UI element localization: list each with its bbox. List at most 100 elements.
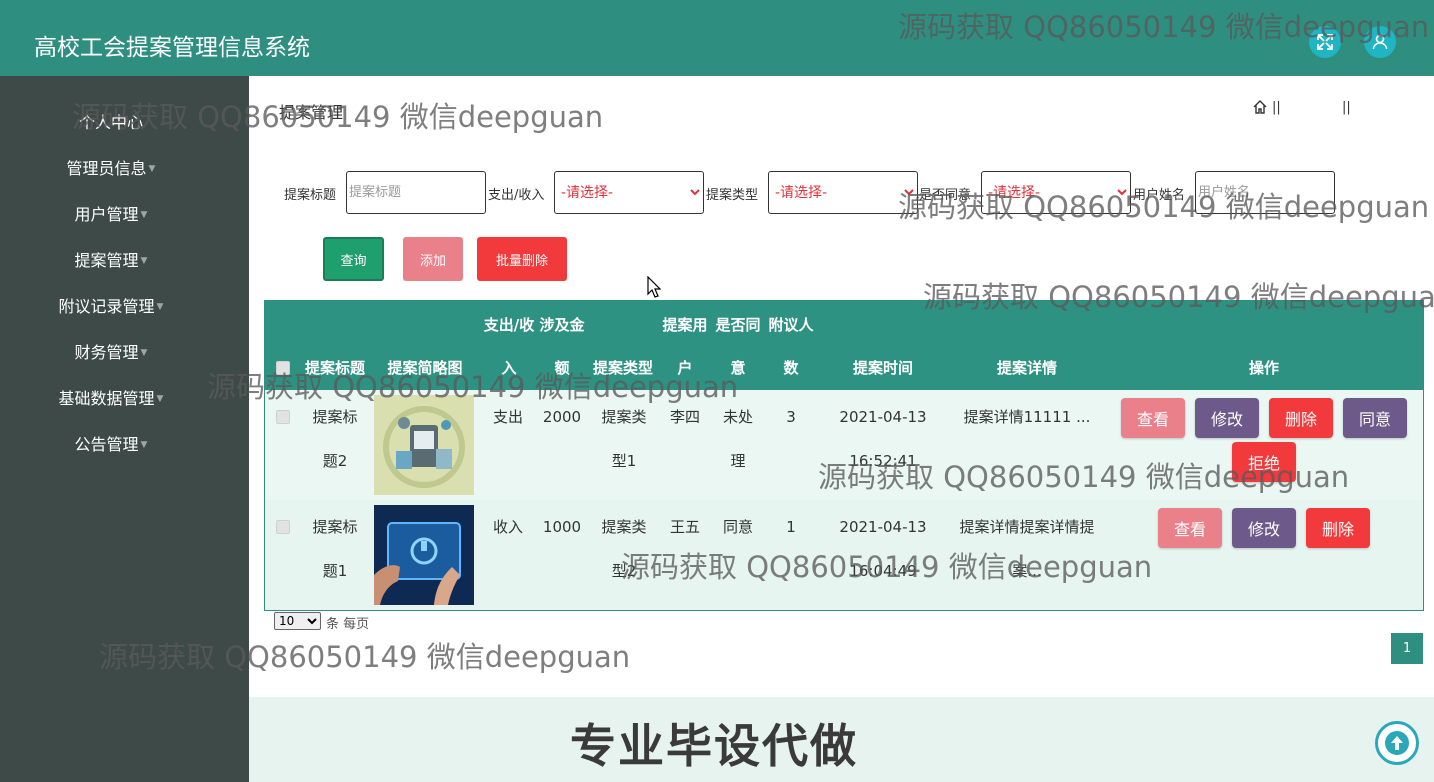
col-time: 提案时间 <box>852 359 913 377</box>
caret-down-icon: ▼ <box>140 348 148 358</box>
cell-agree-line1: 未处 <box>722 408 753 426</box>
user-search-input[interactable] <box>1195 171 1335 214</box>
col-title: 提案标题 <box>304 359 365 377</box>
col-count-line1: 附议人 <box>768 316 814 334</box>
filter-inout-label: 支出/收入 <box>488 188 545 203</box>
sidebar-item-profile[interactable]: 个人中心 <box>0 109 222 133</box>
cell-user: 李四 <box>669 408 700 426</box>
filter-type-label: 提案类型 <box>706 188 759 203</box>
batch-delete-button[interactable]: 批量删除 <box>477 237 567 281</box>
col-inout-line2: 入 <box>501 359 517 377</box>
proposal-thumbnail[interactable] <box>374 395 474 495</box>
title-search-input[interactable] <box>346 171 486 214</box>
home-icon[interactable] <box>1252 99 1268 115</box>
agree-select[interactable]: -请选择- <box>981 171 1131 214</box>
expand-icon <box>1317 34 1333 50</box>
shopping-illustration-icon <box>374 395 474 495</box>
cell-detail: 提案详情11111 ... <box>963 408 1091 426</box>
sidebar-item-proposals[interactable]: 提案管理 ▼ <box>0 247 222 271</box>
select-all-checkbox[interactable] <box>276 361 290 375</box>
col-user-line2: 户 <box>677 359 693 377</box>
cell-time-line2: 16:52:41 <box>849 452 917 470</box>
sidebar <box>0 76 249 782</box>
back-to-top-button[interactable] <box>1375 721 1419 765</box>
edit-button[interactable]: 修改 <box>1232 508 1296 548</box>
sidebar-item-label: 用户管理 <box>74 205 139 224</box>
cell-title-line2: 题2 <box>322 452 348 470</box>
caret-down-icon: ▼ <box>140 256 148 266</box>
tablet-illustration-icon <box>374 505 474 605</box>
edit-button[interactable]: 修改 <box>1195 398 1259 438</box>
filter-title-label: 提案标题 <box>284 188 337 203</box>
inout-select[interactable]: -请选择- <box>554 171 704 214</box>
sidebar-item-users[interactable]: 用户管理 ▼ <box>0 201 222 225</box>
page-size-select[interactable]: 10 <box>274 612 321 630</box>
arrow-up-icon <box>1385 731 1409 755</box>
user-icon <box>1372 34 1388 50</box>
fullscreen-button[interactable] <box>1309 26 1341 58</box>
sidebar-item-label: 财务管理 <box>74 343 139 362</box>
sidebar-item-notices[interactable]: 公告管理 ▼ <box>0 431 222 455</box>
cell-type-line2: 型2 <box>611 562 637 580</box>
delete-button[interactable]: 删除 <box>1306 508 1370 548</box>
sidebar-item-admin[interactable]: 管理员信息 ▼ <box>0 155 222 179</box>
cell-inout: 收入 <box>492 518 523 536</box>
agree-button[interactable]: 同意 <box>1343 398 1407 438</box>
sidebar-item-label: 附议记录管理 <box>58 297 155 316</box>
sidebar-item-label: 基础数据管理 <box>58 389 155 408</box>
cell-amount: 1000 <box>542 518 582 536</box>
cell-type-line1: 提案类 <box>601 408 647 426</box>
cell-amount: 2000 <box>542 408 582 426</box>
cell-type-line2: 型1 <box>611 452 637 470</box>
delete-button[interactable]: 删除 <box>1269 398 1333 438</box>
search-button[interactable]: 查询 <box>323 237 384 281</box>
breadcrumb-separator: || <box>1272 100 1281 115</box>
view-button[interactable]: 查看 <box>1121 398 1185 438</box>
cell-agree-line2: 理 <box>730 452 746 470</box>
sidebar-item-label: 公告管理 <box>74 435 139 454</box>
caret-down-icon: ▼ <box>156 394 164 404</box>
breadcrumb-separator: || <box>1342 100 1351 115</box>
table-row: 提案标 题1 收入 1000 提案类 型2 王五 同意 1 2021-04-13… <box>265 500 1423 610</box>
cell-title-line1: 提案标 <box>312 408 358 426</box>
sidebar-item-finance[interactable]: 财务管理 ▼ <box>0 339 222 363</box>
promo-text: 专业毕设代做 <box>570 719 858 773</box>
col-count-line2: 数 <box>783 359 799 377</box>
sidebar-item-seconds[interactable]: 附议记录管理 ▼ <box>0 293 222 317</box>
col-amount-line1: 涉及金 <box>539 316 585 334</box>
caret-down-icon: ▼ <box>156 302 164 312</box>
page-title: 提案管理 <box>279 103 344 122</box>
proposal-thumbnail[interactable] <box>374 505 474 605</box>
cell-title-line1: 提案标 <box>312 518 358 536</box>
app-title: 高校工会提案管理信息系统 <box>34 35 310 61</box>
sidebar-item-basedata[interactable]: 基础数据管理 ▼ <box>0 385 222 409</box>
mouse-cursor-icon <box>647 276 661 298</box>
reject-button[interactable]: 拒绝 <box>1232 442 1296 482</box>
caret-down-icon: ▼ <box>148 164 156 174</box>
sidebar-item-label: 管理员信息 <box>66 159 147 178</box>
col-ops: 操作 <box>1248 359 1279 377</box>
cell-user: 王五 <box>669 518 700 536</box>
col-agree-line1: 是否同 <box>715 316 761 334</box>
add-button[interactable]: 添加 <box>403 237 463 281</box>
sidebar-item-label: 提案管理 <box>74 251 139 270</box>
type-select[interactable]: -请选择- <box>768 171 918 214</box>
col-user-line1: 提案用 <box>662 316 708 334</box>
cell-time-line1: 2021-04-13 <box>839 518 927 536</box>
col-agree-line2: 意 <box>730 359 746 377</box>
filter-user-label: 用户姓名 <box>1133 188 1186 203</box>
view-button[interactable]: 查看 <box>1158 508 1222 548</box>
row-checkbox[interactable] <box>276 410 290 424</box>
cell-type-line1: 提案类 <box>601 518 647 536</box>
filter-agree-label: 是否同意 <box>919 188 972 203</box>
page-number-button[interactable]: 1 <box>1391 633 1423 664</box>
col-image: 提案简略图 <box>387 359 463 377</box>
table-row: 提案标 题2 支出 2000 提案类 型1 李四 未处 理 3 2021-04-… <box>265 390 1423 500</box>
row-checkbox[interactable] <box>276 520 290 534</box>
sidebar-item-label: 个人中心 <box>78 113 143 132</box>
cell-detail-line2: 案... <box>1012 562 1042 580</box>
user-menu-button[interactable] <box>1364 26 1396 58</box>
caret-down-icon: ▼ <box>140 440 148 450</box>
cell-count: 3 <box>786 408 796 426</box>
cell-inout: 支出 <box>492 408 523 426</box>
